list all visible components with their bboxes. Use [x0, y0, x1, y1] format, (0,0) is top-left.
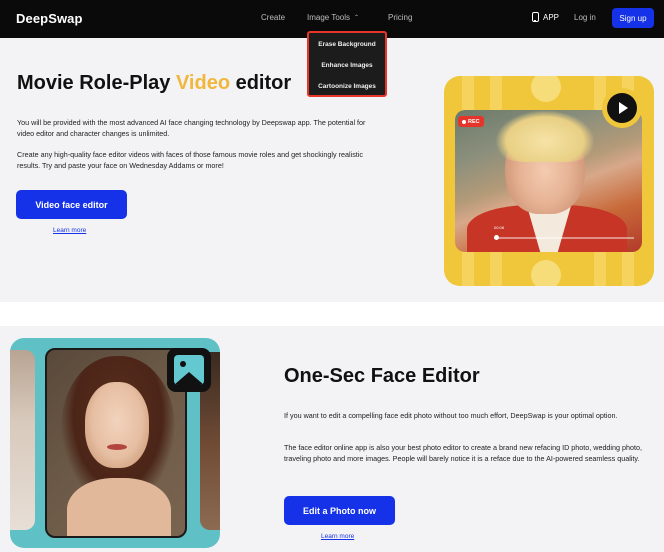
image-icon-frame	[174, 355, 204, 385]
video-figure-hair	[495, 110, 595, 162]
learn-more-link-video[interactable]: Learn more	[53, 227, 86, 234]
rec-badge: REC	[458, 116, 484, 127]
portrait-shoulder	[67, 478, 171, 536]
edit-photo-button[interactable]: Edit a Photo now	[284, 496, 395, 525]
login-link[interactable]: Log in	[574, 13, 596, 22]
side-photo-left	[10, 350, 35, 530]
decorative-play-icon	[531, 76, 561, 102]
deepswap-logo[interactable]: DeepSwap	[16, 11, 83, 26]
video-progress-track[interactable]	[494, 237, 634, 239]
video-preview-frame[interactable]	[455, 110, 642, 252]
play-triangle	[619, 102, 628, 114]
video-timestamp: 00:08	[494, 225, 505, 230]
image-icon-sun	[180, 361, 186, 367]
hero-description-1: You will be provided with the most advan…	[17, 118, 366, 138]
video-face-editor-button[interactable]: Video face editor	[16, 190, 127, 219]
image-tools-dropdown: Erase Background Enhance Images Cartooni…	[307, 31, 387, 97]
menu-item-erase-background[interactable]: Erase Background	[309, 41, 385, 48]
face-editor-description-1: If you want to edit a compelling face ed…	[284, 411, 618, 420]
video-progress-knob[interactable]	[494, 235, 499, 240]
learn-more-link-photo[interactable]: Learn more	[321, 533, 354, 540]
decorative-play-icon	[531, 260, 561, 286]
signup-button[interactable]: Sign up	[612, 8, 654, 28]
rec-label: REC	[468, 118, 480, 125]
hero-title-start: Movie Role-Play	[17, 72, 176, 94]
play-icon	[607, 93, 637, 123]
hero-title-end: editor	[230, 72, 292, 94]
phone-icon	[532, 12, 539, 22]
hero-title-accent: Video	[175, 72, 231, 94]
hero-description-2: Create any high-quality face editor vide…	[17, 150, 363, 170]
menu-item-enhance-images[interactable]: Enhance Images	[309, 62, 385, 69]
nav-link-pricing[interactable]: Pricing	[388, 13, 412, 22]
nav-link-create[interactable]: Create	[261, 13, 285, 22]
nav-link-image-tools-label: Image Tools	[307, 13, 350, 22]
play-button[interactable]	[602, 88, 642, 128]
portrait-face	[85, 382, 149, 468]
face-editor-description-2: The face editor online app is also your …	[284, 443, 643, 463]
image-icon	[167, 348, 211, 392]
chevron-up-icon: ⌃	[354, 15, 360, 21]
image-icon-mountain	[174, 372, 204, 385]
menu-item-cartoonize-images[interactable]: Cartoonize Images	[309, 83, 385, 90]
nav-link-image-tools[interactable]: Image Tools ⌃	[307, 13, 359, 22]
record-dot-icon	[462, 119, 466, 124]
app-label: APP	[543, 12, 560, 22]
hero-title: Movie Role-Play Video editor	[17, 72, 291, 95]
face-editor-title: One-Sec Face Editor	[284, 365, 480, 387]
portrait-lips	[107, 444, 127, 450]
app-download-link[interactable]: APP	[532, 12, 559, 22]
portrait-photo	[45, 348, 187, 538]
